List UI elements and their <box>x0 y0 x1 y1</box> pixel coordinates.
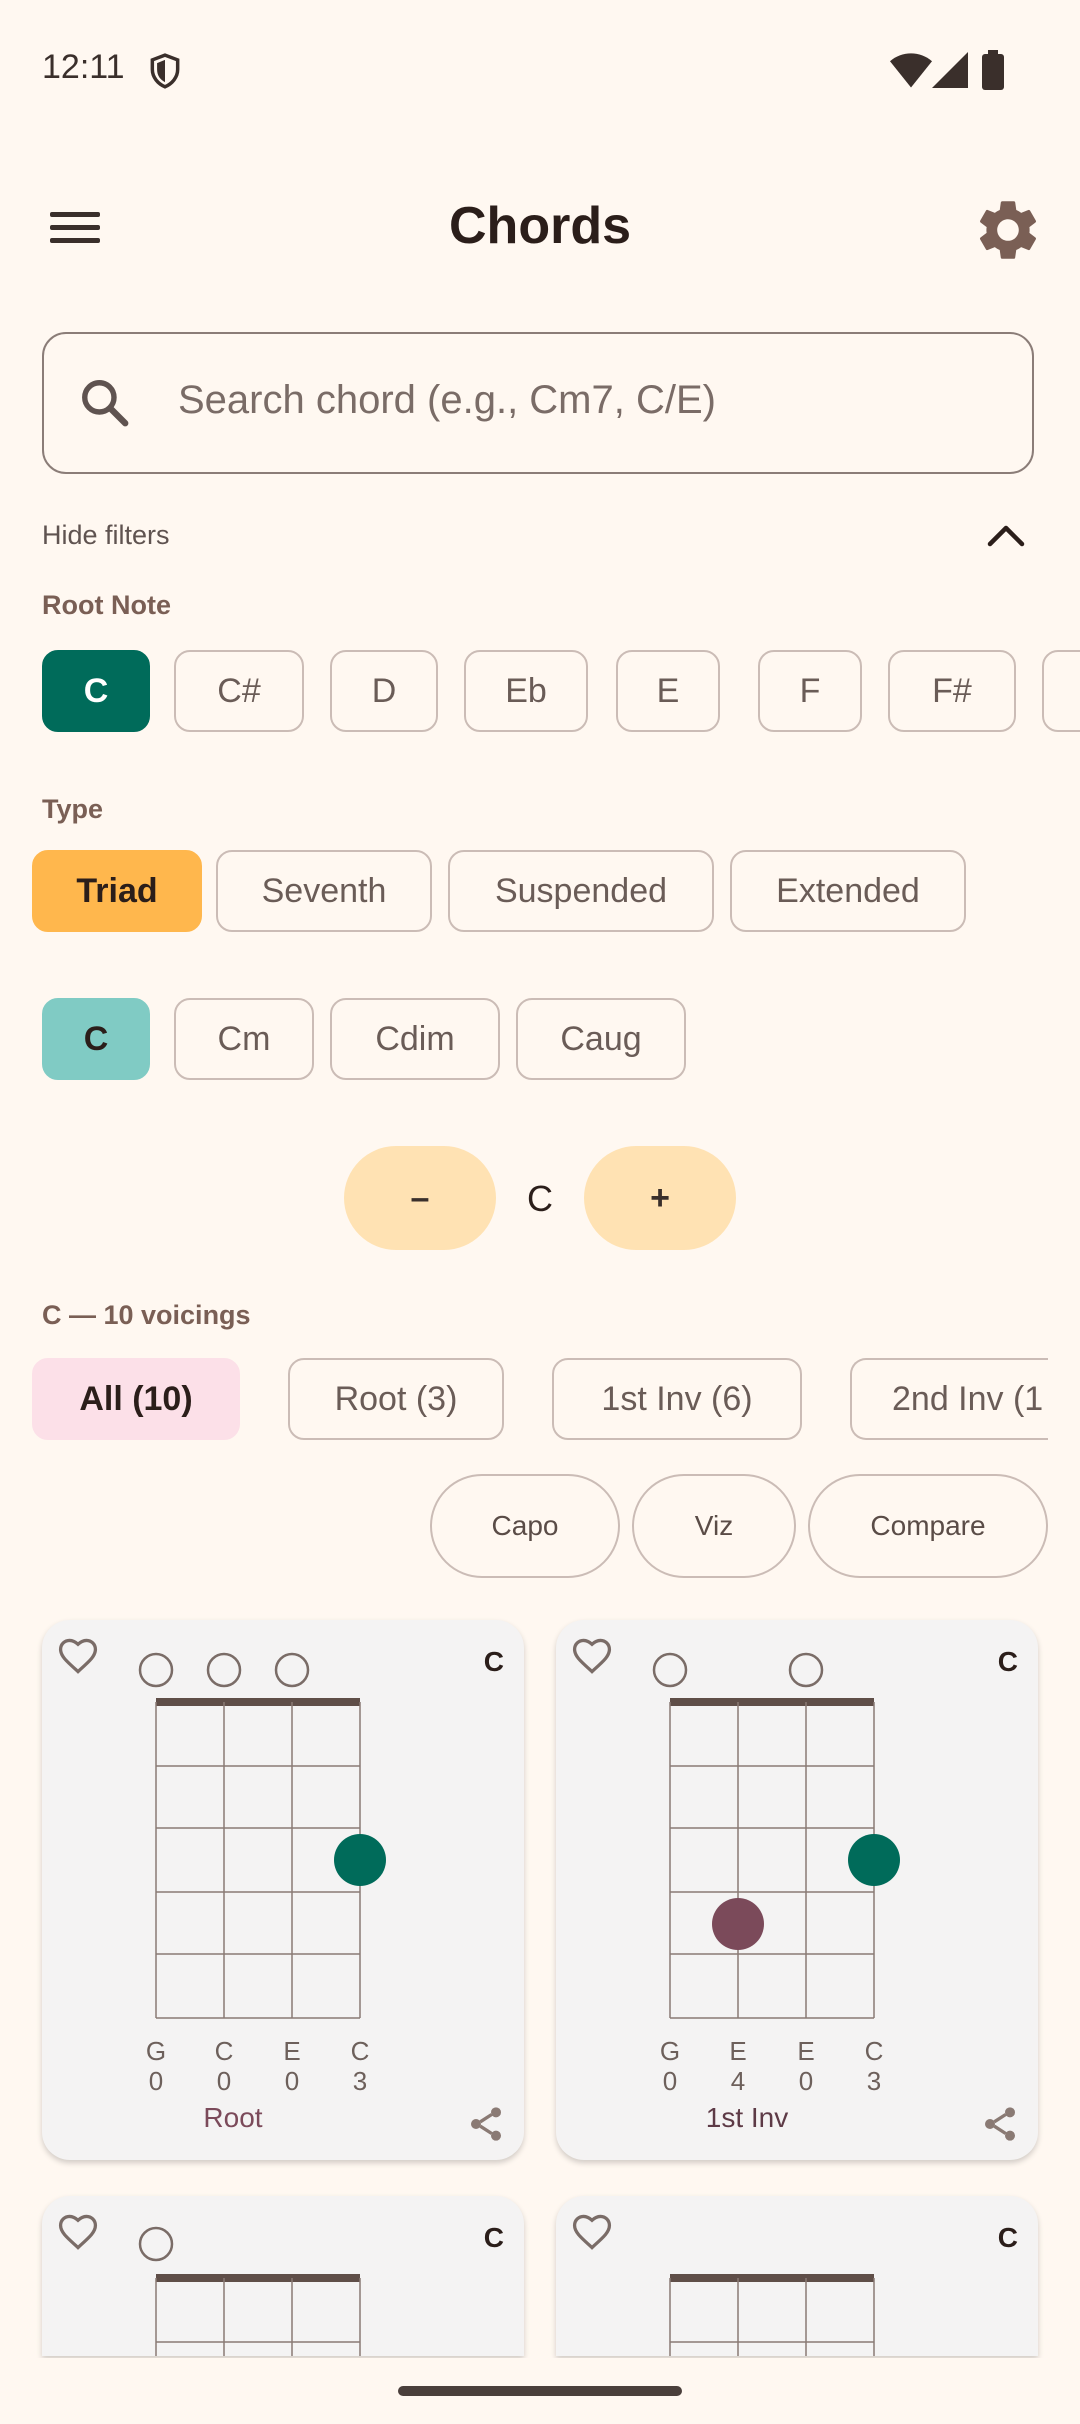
variant-chip-c[interactable]: C <box>42 998 150 1080</box>
string-name: C <box>214 2036 234 2066</box>
home-indicator[interactable] <box>398 2386 682 2396</box>
fret-number: 3 <box>352 2066 368 2096</box>
finger-dot <box>848 1834 900 1886</box>
voicing-filter-all[interactable]: All (10) <box>32 1358 240 1440</box>
root-note-label: Root Note <box>42 590 171 620</box>
page-title: Chords <box>449 197 631 255</box>
status-time: 12:11 <box>42 48 125 86</box>
transpose-down-button[interactable]: – <box>344 1146 496 1250</box>
chord-diagram <box>669 2274 875 2356</box>
finger-dot <box>712 1898 764 1950</box>
type-label: Type <box>42 794 104 824</box>
transpose-current: C <box>527 1178 553 1219</box>
battery-icon <box>982 50 1004 90</box>
shield-icon <box>150 53 180 89</box>
chord-card[interactable]: C G E E C 0 4 0 3 1st Inv <box>556 1620 1038 2160</box>
type-chip-triad[interactable]: Triad <box>32 850 202 932</box>
gear-icon <box>979 201 1037 259</box>
chord-card[interactable]: C G C E C 0 0 0 3 Root <box>42 1620 524 2160</box>
share-icon[interactable] <box>980 2104 1020 2144</box>
root-chip-overflow[interactable] <box>1042 650 1080 732</box>
share-icon[interactable] <box>466 2104 506 2144</box>
root-chip-f[interactable]: F <box>758 650 862 732</box>
settings-button[interactable] <box>972 194 1044 266</box>
signal-icon <box>932 52 968 88</box>
root-chip-c[interactable]: C <box>42 650 150 732</box>
transpose-up-button[interactable]: + <box>584 1146 736 1250</box>
chord-card[interactable]: C <box>556 2196 1038 2356</box>
string-name: C <box>864 2036 884 2066</box>
capo-button[interactable]: Capo <box>430 1474 620 1578</box>
variant-chip-cm[interactable]: Cm <box>174 998 314 1080</box>
compare-button[interactable]: Compare <box>808 1474 1048 1578</box>
type-chip-extended[interactable]: Extended <box>730 850 966 932</box>
string-name: E <box>729 2036 747 2066</box>
voicing-filter-root[interactable]: Root (3) <box>288 1358 504 1440</box>
root-chip-d[interactable]: D <box>330 650 438 732</box>
root-chip-c-sharp[interactable]: C# <box>174 650 304 732</box>
voicing-type-label: Root <box>203 2102 263 2133</box>
fret-number: 0 <box>662 2066 678 2096</box>
string-name: G <box>145 2036 167 2066</box>
variant-chip-cdim[interactable]: Cdim <box>330 998 500 1080</box>
fret-number: 0 <box>148 2066 164 2096</box>
string-name: E <box>797 2036 815 2066</box>
string-name: E <box>283 2036 301 2066</box>
viz-button[interactable]: Viz <box>632 1474 796 1578</box>
fret-number: 4 <box>730 2066 746 2096</box>
search-icon <box>82 380 129 427</box>
root-chip-eb[interactable]: Eb <box>464 650 588 732</box>
fret-number: 3 <box>866 2066 882 2096</box>
chord-diagram <box>138 2226 361 2356</box>
voicing-filter-1st-inv[interactable]: 1st Inv (6) <box>552 1358 802 1440</box>
voicing-type-label: 1st Inv <box>705 2102 789 2133</box>
voicing-filter-2nd-inv[interactable]: 2nd Inv (1 <box>850 1358 1048 1440</box>
finger-dot <box>334 1834 386 1886</box>
fret-number: 0 <box>798 2066 814 2096</box>
chord-card[interactable]: C <box>42 2196 524 2356</box>
root-chip-f-sharp[interactable]: F# <box>888 650 1016 732</box>
string-name: G <box>659 2036 681 2066</box>
wifi-icon <box>890 53 932 88</box>
type-chip-suspended[interactable]: Suspended <box>448 850 714 932</box>
hide-filters-toggle[interactable]: Hide filters <box>42 520 170 551</box>
voicings-header: C — 10 voicings <box>42 1300 251 1330</box>
chord-diagram <box>138 1652 386 2019</box>
fret-number: 0 <box>284 2066 300 2096</box>
chevron-up-icon[interactable] <box>984 520 1028 550</box>
variant-chip-caug[interactable]: Caug <box>516 998 686 1080</box>
string-name: C <box>350 2036 370 2066</box>
fret-number: 0 <box>216 2066 232 2096</box>
type-chip-seventh[interactable]: Seventh <box>216 850 432 932</box>
root-chip-e[interactable]: E <box>616 650 720 732</box>
chord-diagram <box>652 1652 900 2019</box>
search-placeholder: Search chord (e.g., Cm7, C/E) <box>178 378 716 422</box>
